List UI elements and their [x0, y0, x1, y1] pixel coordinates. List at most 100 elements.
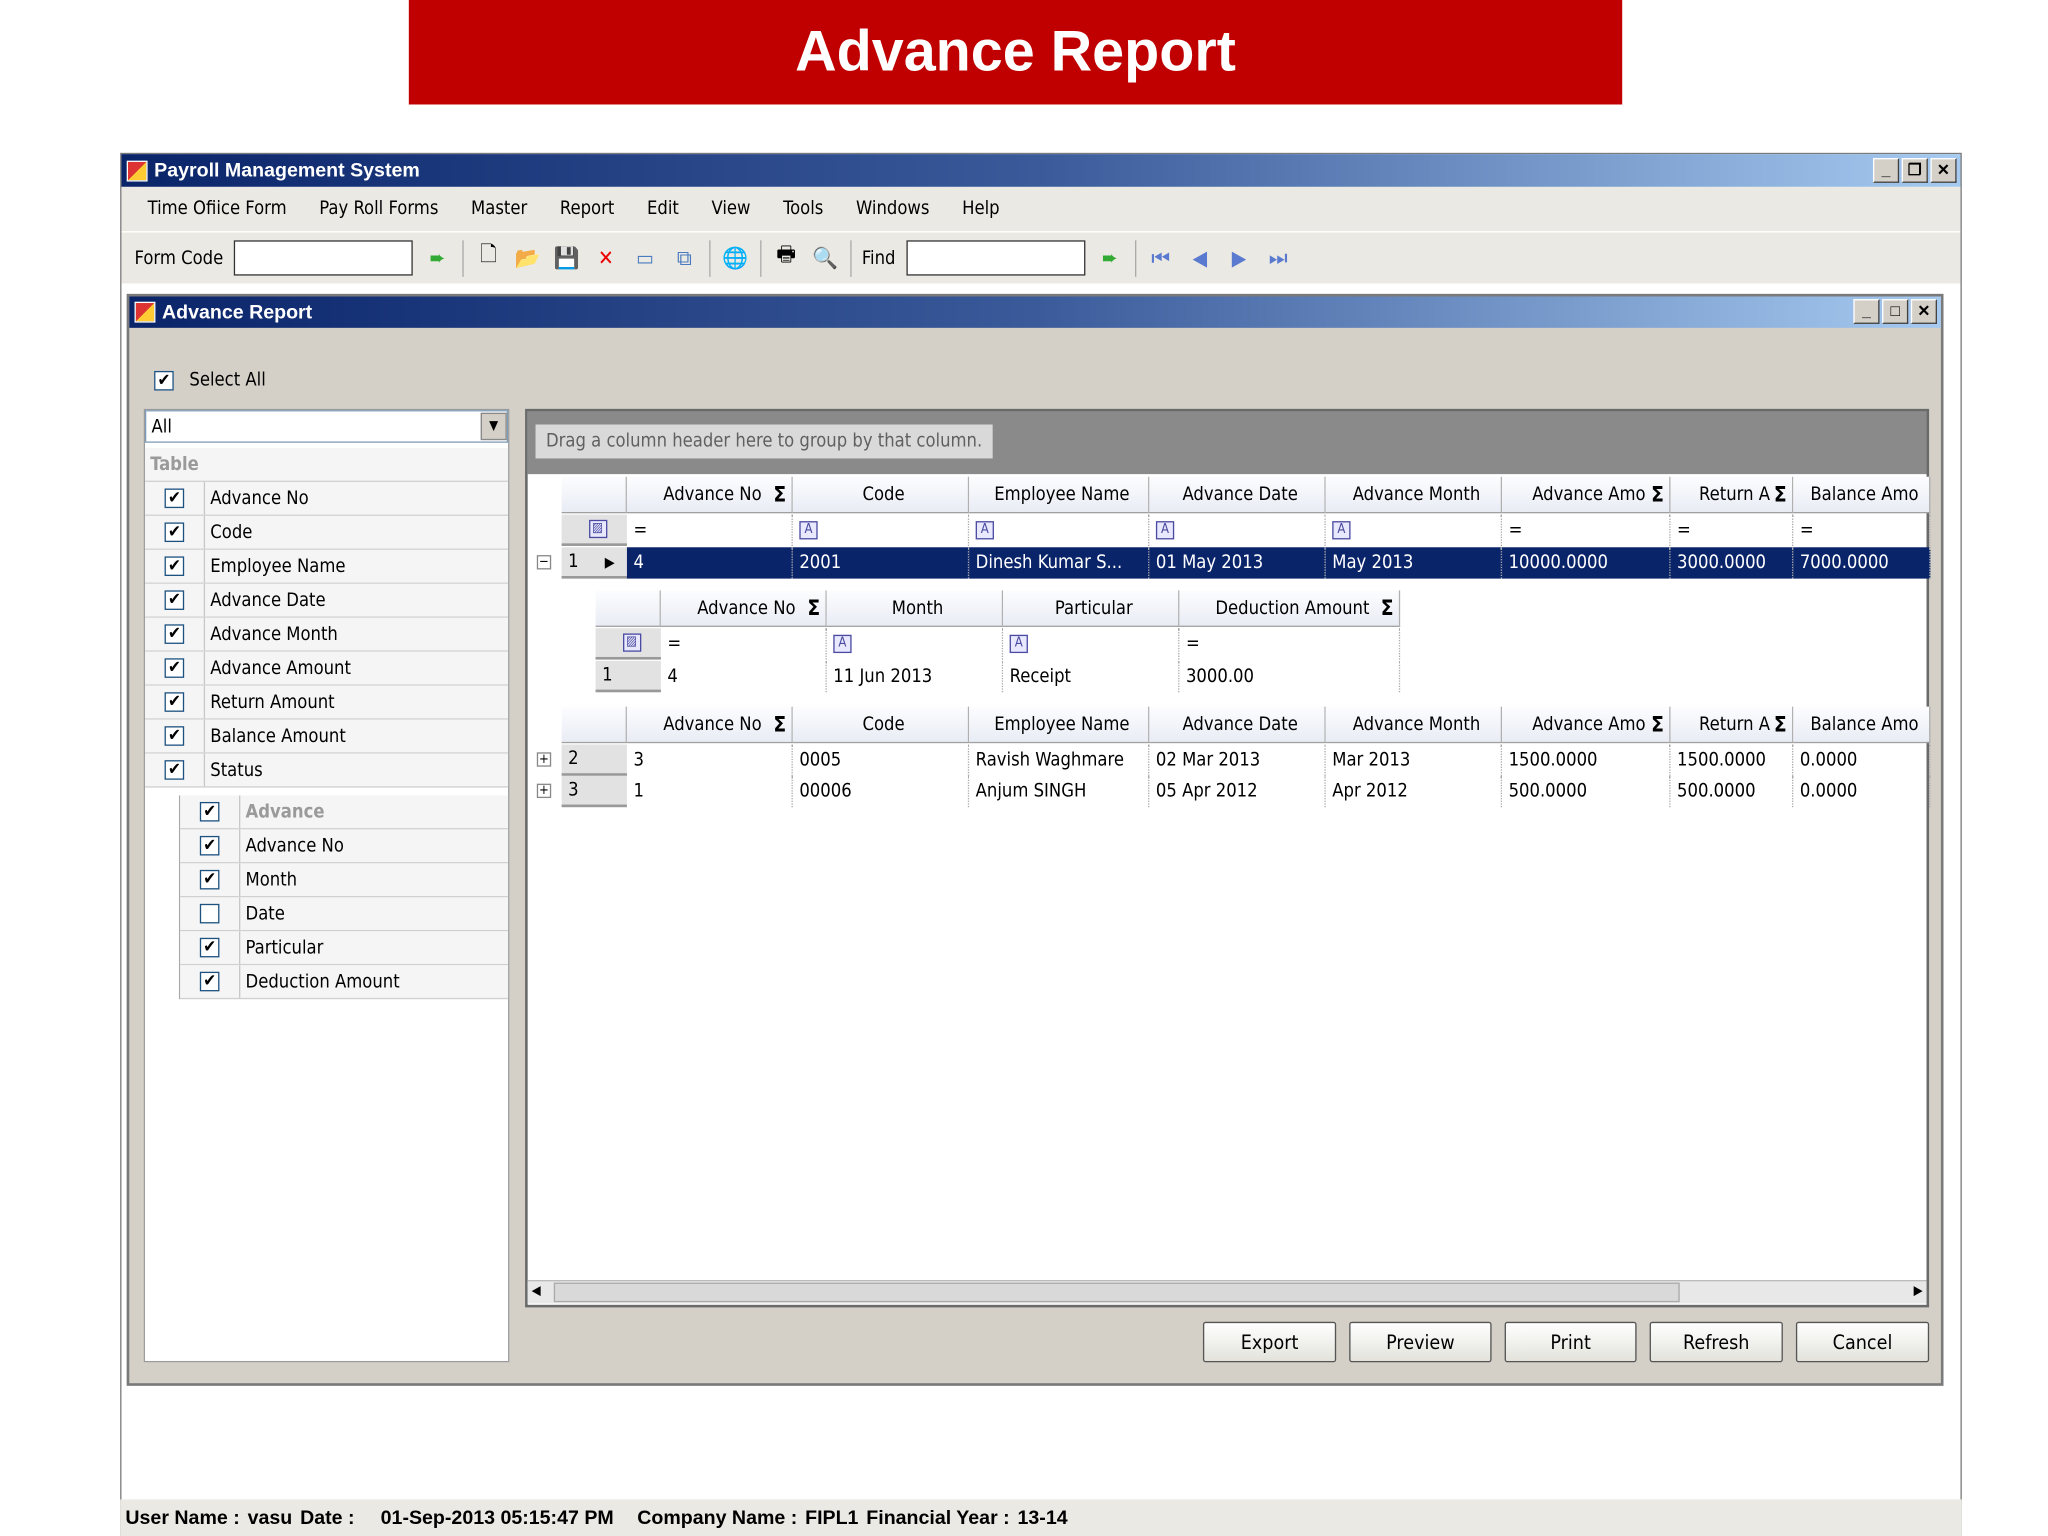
column-header[interactable]: Return AΣ	[1670, 476, 1794, 514]
new-icon[interactable]: 🗋	[474, 242, 503, 273]
checkbox[interactable]: ✔	[164, 488, 185, 509]
list-item[interactable]: ✔ Return Amount	[144, 685, 509, 720]
column-header[interactable]: Code	[792, 476, 970, 514]
menu-edit[interactable]: Edit	[647, 199, 679, 220]
column-header[interactable]: Advance Date	[1149, 706, 1326, 744]
column-header[interactable]: Deduction Amount Σ	[1179, 590, 1401, 627]
table-cell[interactable]: 3000.0000	[1670, 547, 1794, 579]
table-cell[interactable]: 500.0000	[1502, 775, 1671, 808]
list-item[interactable]: ✔ Advance Month	[144, 617, 509, 652]
menu-tools[interactable]: Tools	[783, 199, 823, 220]
list-item[interactable]: ✔ Balance Amount	[144, 719, 509, 754]
sigma-icon[interactable]: Σ	[1381, 596, 1394, 621]
table-cell[interactable]: Ravish Waghmare	[969, 744, 1150, 776]
sigma-icon[interactable]: Σ	[773, 482, 786, 507]
scrollbar-thumb[interactable]	[553, 1282, 1680, 1303]
text-filter-icon[interactable]: A	[799, 521, 818, 540]
checkbox[interactable]: ✔	[164, 760, 185, 780]
text-filter-icon[interactable]: A	[833, 634, 852, 654]
table-cell[interactable]: 500.0000	[1671, 775, 1794, 808]
table-cell[interactable]: 1	[627, 775, 793, 808]
filter-cell[interactable]: =	[1179, 628, 1401, 660]
filter-cell[interactable]: =	[661, 628, 827, 660]
print-preview-icon[interactable]: 🔍	[811, 244, 840, 273]
table-cell[interactable]: Mar 2013	[1326, 744, 1503, 776]
table-cell[interactable]: 4	[626, 547, 793, 579]
table-cell[interactable]: 01 May 2013	[1149, 547, 1326, 579]
column-header[interactable]: Code	[792, 706, 970, 744]
list-item[interactable]: ✔ Month	[180, 863, 509, 898]
checkbox[interactable]: ✔	[199, 937, 220, 958]
filter-cell[interactable]: A	[969, 514, 1150, 546]
list-item[interactable]: ✔ Employee Name	[144, 549, 509, 584]
refresh-button[interactable]: Refresh	[1649, 1321, 1783, 1363]
chevron-down-icon[interactable]: ▼	[480, 412, 507, 441]
table-cell[interactable]: 00006	[793, 775, 970, 808]
table-cell[interactable]: Receipt	[1003, 660, 1180, 693]
menu-help[interactable]: Help	[962, 199, 1000, 220]
minimize-button[interactable]: _	[1872, 158, 1900, 183]
table-cell[interactable]: 3	[627, 744, 793, 776]
close-button[interactable]: ✕	[1930, 158, 1957, 183]
menu-view[interactable]: View	[711, 199, 750, 220]
text-filter-icon[interactable]: A	[1332, 521, 1351, 540]
filter-cell[interactable]: =	[627, 514, 793, 546]
list-item[interactable]: ✔ Code	[144, 515, 509, 550]
list-item[interactable]: ✔ Deduction Amount	[180, 965, 509, 1000]
close-form-icon[interactable]: ▭	[631, 244, 660, 273]
filter-row-header[interactable]: ▨	[561, 514, 627, 546]
open-folder-icon[interactable]: 📂	[513, 244, 542, 273]
column-header[interactable]: Advance Month	[1325, 706, 1503, 744]
list-item[interactable]: ✔ Status	[144, 753, 509, 788]
collapse-icon[interactable]: −	[536, 555, 552, 570]
filter-row-header[interactable]: ▨	[595, 628, 661, 660]
table-cell[interactable]: 1500.0000	[1502, 744, 1671, 776]
table-cell[interactable]: Dinesh Kumar S...	[969, 547, 1150, 579]
table-dropdown[interactable]: All ▼	[144, 410, 509, 443]
table-cell[interactable]: 0005	[793, 744, 970, 776]
column-header[interactable]: Advance Date	[1149, 476, 1326, 514]
table-cell[interactable]: 10000.0000	[1502, 547, 1671, 579]
column-header[interactable]: Advance No Σ	[626, 706, 793, 744]
last-record-icon[interactable]: ⏭	[1264, 244, 1293, 273]
table-cell[interactable]: 05 Apr 2012	[1149, 775, 1326, 808]
column-header[interactable]: Employee Name	[969, 476, 1150, 514]
list-item[interactable]: ✔ Advance No	[144, 481, 509, 516]
checkbox[interactable]: ✔	[164, 624, 185, 644]
equals-filter-icon[interactable]: =	[1186, 633, 1200, 654]
list-item[interactable]: ✔ Advance Date	[144, 583, 509, 618]
row-number[interactable]: 2	[561, 744, 627, 776]
table-cell[interactable]: 2001	[792, 547, 970, 579]
column-header[interactable]: Employee Name	[969, 706, 1150, 744]
filter-cell[interactable]: =	[1502, 514, 1671, 546]
go-arrow-icon[interactable]: ➨	[423, 244, 452, 273]
equals-filter-icon[interactable]: =	[1509, 520, 1523, 541]
table-cell[interactable]: 7000.0000	[1793, 547, 1931, 579]
row-number[interactable]: 1 ▶	[561, 547, 627, 579]
delete-icon[interactable]: ✕	[592, 244, 621, 273]
horizontal-scrollbar[interactable]: ◀ ▶	[527, 1279, 1927, 1304]
table-cell[interactable]: Apr 2012	[1326, 775, 1503, 808]
checkbox[interactable]: ✔	[164, 726, 185, 746]
equals-filter-icon[interactable]: =	[1677, 520, 1691, 541]
child-maximize-button[interactable]: □	[1882, 299, 1909, 324]
form-code-input[interactable]	[233, 240, 413, 276]
table-cell[interactable]: 1500.0000	[1671, 744, 1794, 776]
column-header[interactable]: Balance Amo	[1793, 706, 1931, 744]
column-header[interactable]: Particular	[1003, 590, 1180, 627]
column-header[interactable]: Advance No Σ	[660, 590, 827, 627]
menu-report[interactable]: Report	[560, 199, 614, 220]
table-cell[interactable]: May 2013	[1325, 547, 1503, 579]
table-cell[interactable]: 0.0000	[1793, 744, 1931, 776]
filter-cell[interactable]: A	[1149, 514, 1326, 546]
sigma-icon[interactable]: Σ	[773, 712, 786, 737]
column-header[interactable]: Advance Month	[1325, 476, 1503, 514]
scroll-right-icon[interactable]: ▶	[1914, 1284, 1923, 1298]
text-filter-icon[interactable]: A	[975, 521, 994, 540]
checkbox[interactable]: ✔	[199, 971, 220, 992]
filter-cell[interactable]: A	[827, 628, 1004, 660]
table-cell[interactable]: 0.0000	[1793, 775, 1931, 808]
checkbox[interactable]: ✔	[164, 556, 185, 576]
checkbox[interactable]: ✔	[199, 835, 220, 856]
restore-button[interactable]: ❐	[1901, 158, 1928, 183]
